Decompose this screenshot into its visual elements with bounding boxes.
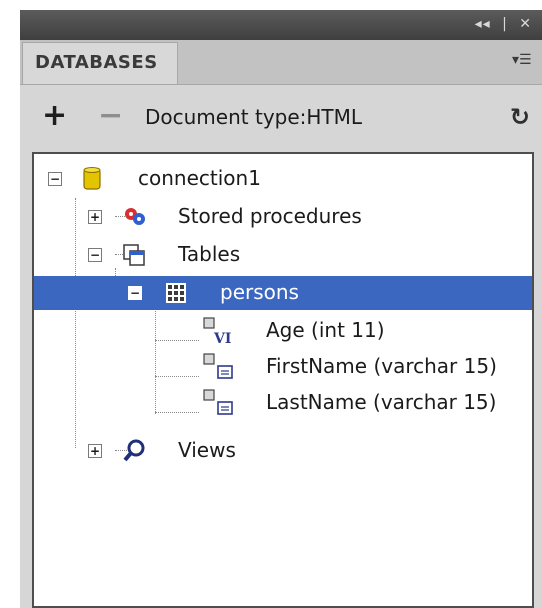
text-column-icon: [203, 353, 233, 379]
refresh-button[interactable]: ↻: [510, 103, 530, 131]
separator: |: [502, 16, 508, 32]
collapse-icon[interactable]: ◂◂: [475, 16, 491, 32]
tree-node-connection[interactable]: − connection1: [34, 162, 532, 196]
close-icon[interactable]: ✕: [519, 16, 532, 32]
tree-node-column[interactable]: LastName (varchar 15): [34, 386, 532, 420]
table-grid-icon: [166, 283, 186, 303]
collapse-toggle[interactable]: −: [128, 286, 142, 300]
collapse-toggle[interactable]: −: [48, 172, 62, 186]
panel-titlebar: ◂◂ | ✕: [20, 10, 542, 40]
column-label: Age (int 11): [266, 318, 385, 342]
add-button[interactable]: +: [42, 101, 67, 131]
tree-node-persons[interactable]: − persons: [34, 276, 532, 310]
tree-node-column[interactable]: FirstName (varchar 15): [34, 350, 532, 384]
tree-node-tables[interactable]: − Tables: [34, 238, 532, 272]
expand-toggle[interactable]: +: [88, 444, 102, 458]
column-label: LastName (varchar 15): [266, 390, 497, 414]
numeric-column-icon: VI: [203, 317, 231, 346]
column-label: FirstName (varchar 15): [266, 354, 497, 378]
database-icon: [83, 167, 101, 190]
database-tree[interactable]: − connection1 + Stored procedures − Tabl…: [32, 152, 534, 608]
views-label: Views: [178, 438, 236, 462]
panel-menu-icon[interactable]: ▾☰: [512, 52, 534, 68]
tables-label: Tables: [178, 242, 241, 266]
expand-toggle[interactable]: +: [88, 210, 102, 224]
persons-label: persons: [220, 280, 299, 304]
tree-node-stored-procedures[interactable]: + Stored procedures: [34, 200, 532, 234]
tables-icon: [123, 244, 145, 266]
views-magnifier-icon: [123, 439, 145, 462]
databases-panel: ◂◂ | ✕ DATABASES ▾☰ + − Document type:HT…: [20, 10, 542, 608]
toolbar: + − Document type:HTML ↻: [20, 85, 542, 149]
stored-procedures-label: Stored procedures: [178, 204, 362, 228]
tree-node-views[interactable]: + Views: [34, 434, 532, 468]
remove-button[interactable]: −: [98, 101, 123, 131]
tab-databases[interactable]: DATABASES: [22, 42, 178, 84]
text-column-icon: [203, 389, 233, 415]
document-type-label: Document type:HTML: [145, 105, 363, 129]
connection-label: connection1: [138, 166, 261, 190]
gears-icon: [125, 208, 145, 225]
titlebar-controls: ◂◂ | ✕: [469, 16, 532, 32]
collapse-toggle[interactable]: −: [88, 248, 102, 262]
tab-row: DATABASES ▾☰: [20, 40, 542, 85]
tree-node-column[interactable]: VI Age (int 11): [34, 314, 532, 348]
svg-text:VI: VI: [213, 331, 231, 346]
